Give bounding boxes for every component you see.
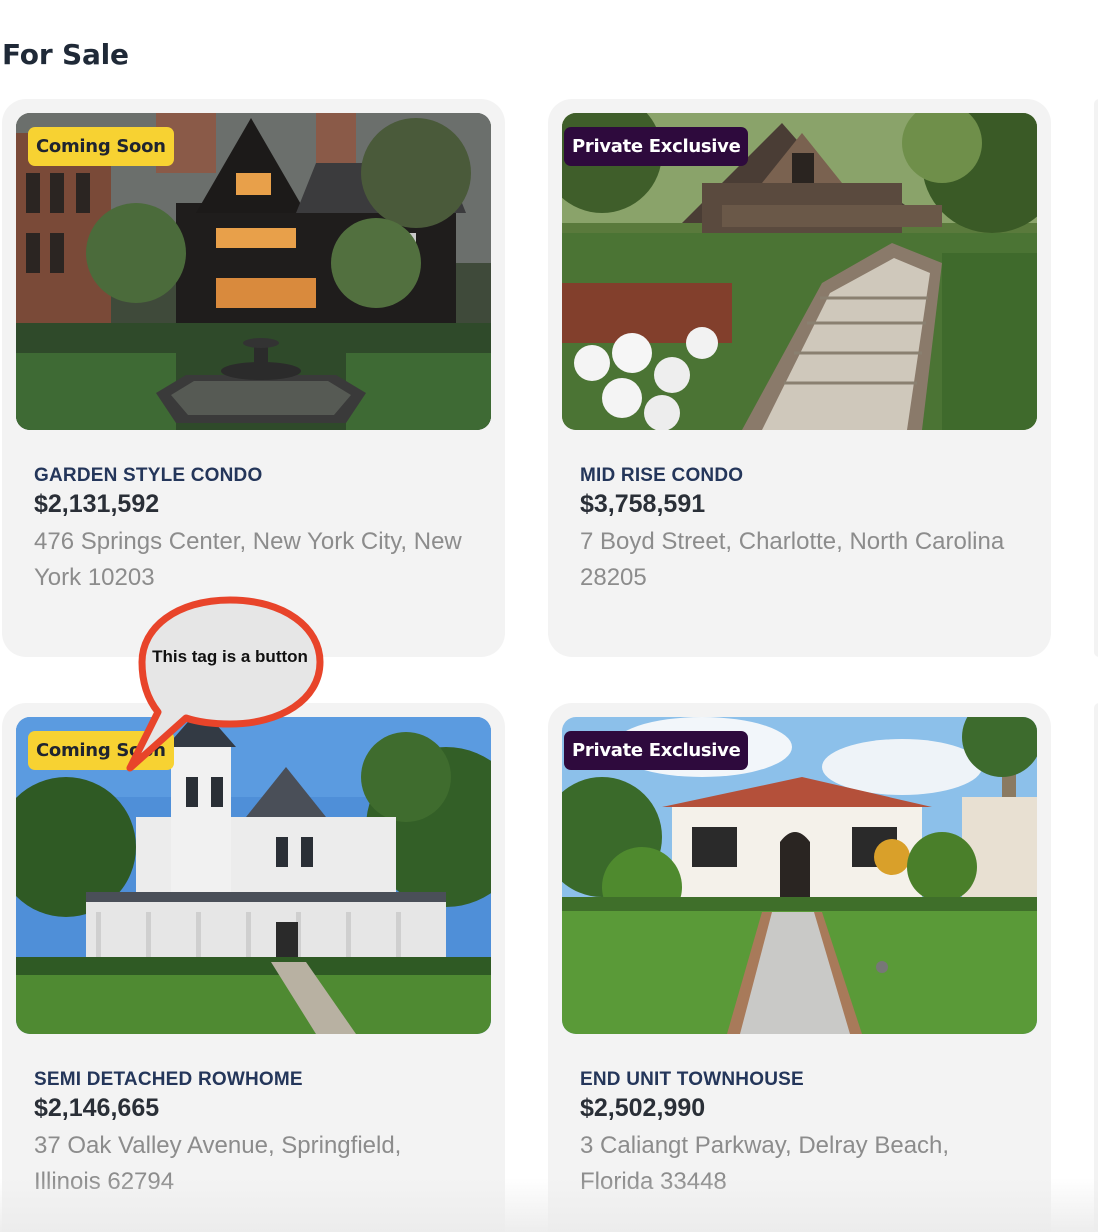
next-listing-card-edge[interactable]: [1094, 99, 1098, 657]
listing-price: $2,502,990: [580, 1094, 706, 1122]
listing-card[interactable]: Private Exclusive END UNIT TOWNHOUSE $2,…: [548, 703, 1051, 1232]
tag-private-exclusive-button[interactable]: Private Exclusive: [564, 731, 749, 770]
listing-card[interactable]: Private Exclusive MID RISE CONDO $3,758,…: [548, 99, 1051, 657]
bottom-scroll-fade: [0, 1178, 1098, 1232]
listing-price: $2,146,665: [34, 1094, 160, 1122]
for-sale-page: For Sale Coming Soon GARDEN STYLE CONDO …: [0, 0, 1098, 1232]
listing-address: 476 Springs Center, New York City, New Y…: [34, 528, 462, 591]
listing-type: END UNIT TOWNHOUSE: [580, 1069, 804, 1090]
listing-price: $3,758,591: [580, 490, 706, 518]
listing-type: MID RISE CONDO: [580, 465, 744, 486]
listing-type: SEMI DETACHED ROWHOME: [34, 1069, 303, 1090]
next-listing-card-edge[interactable]: [1094, 703, 1098, 1232]
annotation-text: This tag is a button: [152, 647, 308, 666]
listing-type: GARDEN STYLE CONDO: [34, 465, 263, 486]
tag-coming-soon-button[interactable]: Coming Soon: [28, 127, 174, 166]
section-title: For Sale: [2, 38, 129, 71]
tag-private-exclusive-button[interactable]: Private Exclusive: [564, 127, 749, 166]
listing-card[interactable]: Coming Soon GARDEN STYLE CONDO $2,131,59…: [2, 99, 505, 657]
listing-price: $2,131,592: [34, 490, 160, 518]
listing-address: 7 Boyd Street, Charlotte, North Carolina…: [580, 528, 1005, 591]
tag-coming-soon-button[interactable]: Coming Soon: [28, 731, 174, 770]
listing-card[interactable]: Coming Soon SEMI DETACHED ROWHOME $2,146…: [2, 703, 505, 1232]
